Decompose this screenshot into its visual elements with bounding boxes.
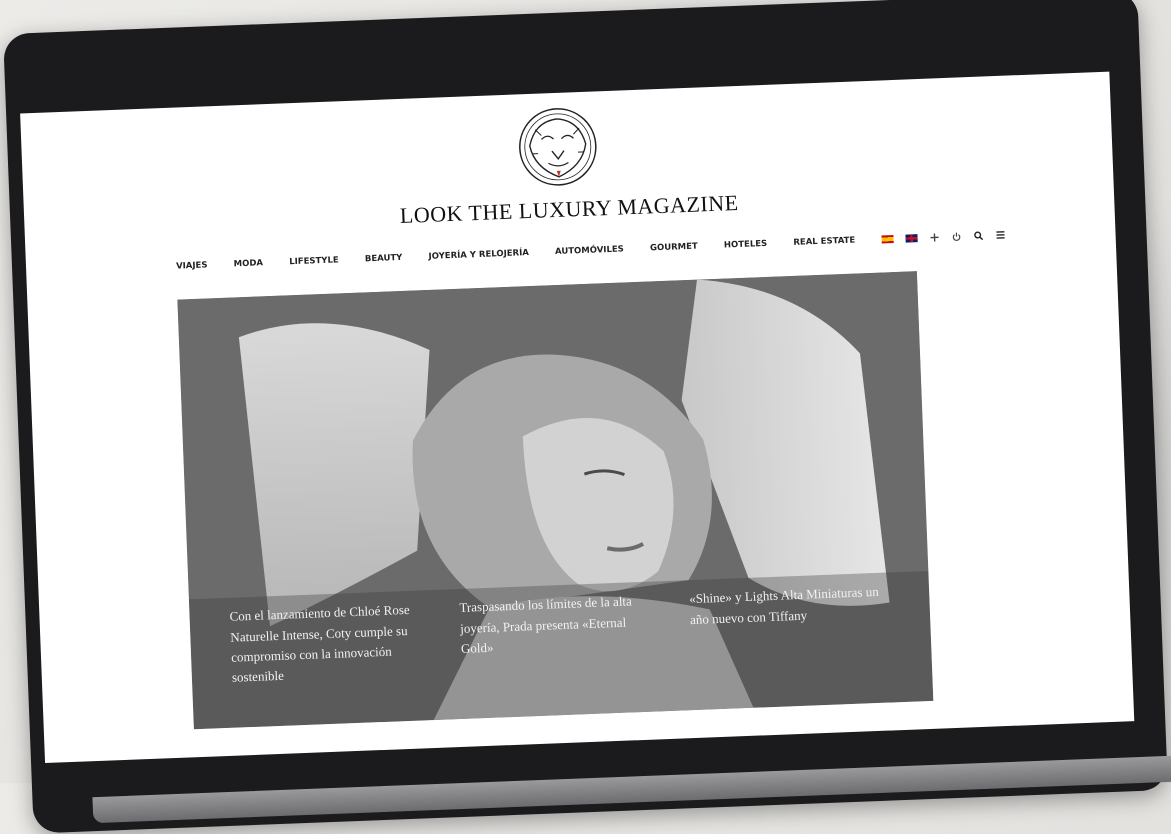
hero-caption-2[interactable]: Traspasando los límites de la alta joyer… bbox=[459, 591, 662, 679]
nav-item-beauty[interactable]: BEAUTY bbox=[365, 253, 403, 264]
nav-item-viajes[interactable]: VIAJES bbox=[176, 260, 208, 271]
nav-tools bbox=[881, 230, 1005, 245]
hero-caption-3[interactable]: «Shine» y Lights Alta Miniaturas un año … bbox=[689, 582, 892, 670]
nav-item-lifestyle[interactable]: LIFESTYLE bbox=[289, 255, 339, 267]
nav-item-hoteles[interactable]: HOTELES bbox=[724, 239, 768, 251]
laptop-frame: LOOK THE LUXURY MAGAZINE VIAJES MODA LIF… bbox=[3, 0, 1171, 834]
power-icon[interactable] bbox=[951, 231, 961, 241]
hero-carousel[interactable]: Con el lanzamiento de Chloé Rose Naturel… bbox=[177, 271, 934, 730]
lion-logo-icon[interactable] bbox=[510, 103, 605, 190]
plus-icon[interactable] bbox=[929, 232, 939, 242]
nav-item-real-estate[interactable]: REAL ESTATE bbox=[793, 236, 855, 248]
nav-item-moda[interactable]: MODA bbox=[234, 258, 264, 269]
nav-item-joyeria[interactable]: JOYERÍA Y RELOJERÍA bbox=[428, 248, 529, 262]
menu-icon[interactable] bbox=[995, 230, 1005, 240]
nav-item-automoviles[interactable]: AUTOMÓVILES bbox=[555, 244, 624, 257]
nav-item-gourmet[interactable]: GOURMET bbox=[650, 242, 698, 254]
hero-caption-1[interactable]: Con el lanzamiento de Chloé Rose Naturel… bbox=[229, 600, 432, 688]
main-nav: VIAJES MODA LIFESTYLE BEAUTY JOYERÍA Y R… bbox=[176, 230, 1006, 272]
search-icon[interactable] bbox=[973, 231, 984, 241]
browser-viewport: LOOK THE LUXURY MAGAZINE VIAJES MODA LIF… bbox=[20, 71, 1135, 764]
uk-flag-icon[interactable] bbox=[905, 234, 918, 243]
laptop-base bbox=[92, 755, 1171, 824]
es-flag-icon[interactable] bbox=[881, 235, 894, 244]
